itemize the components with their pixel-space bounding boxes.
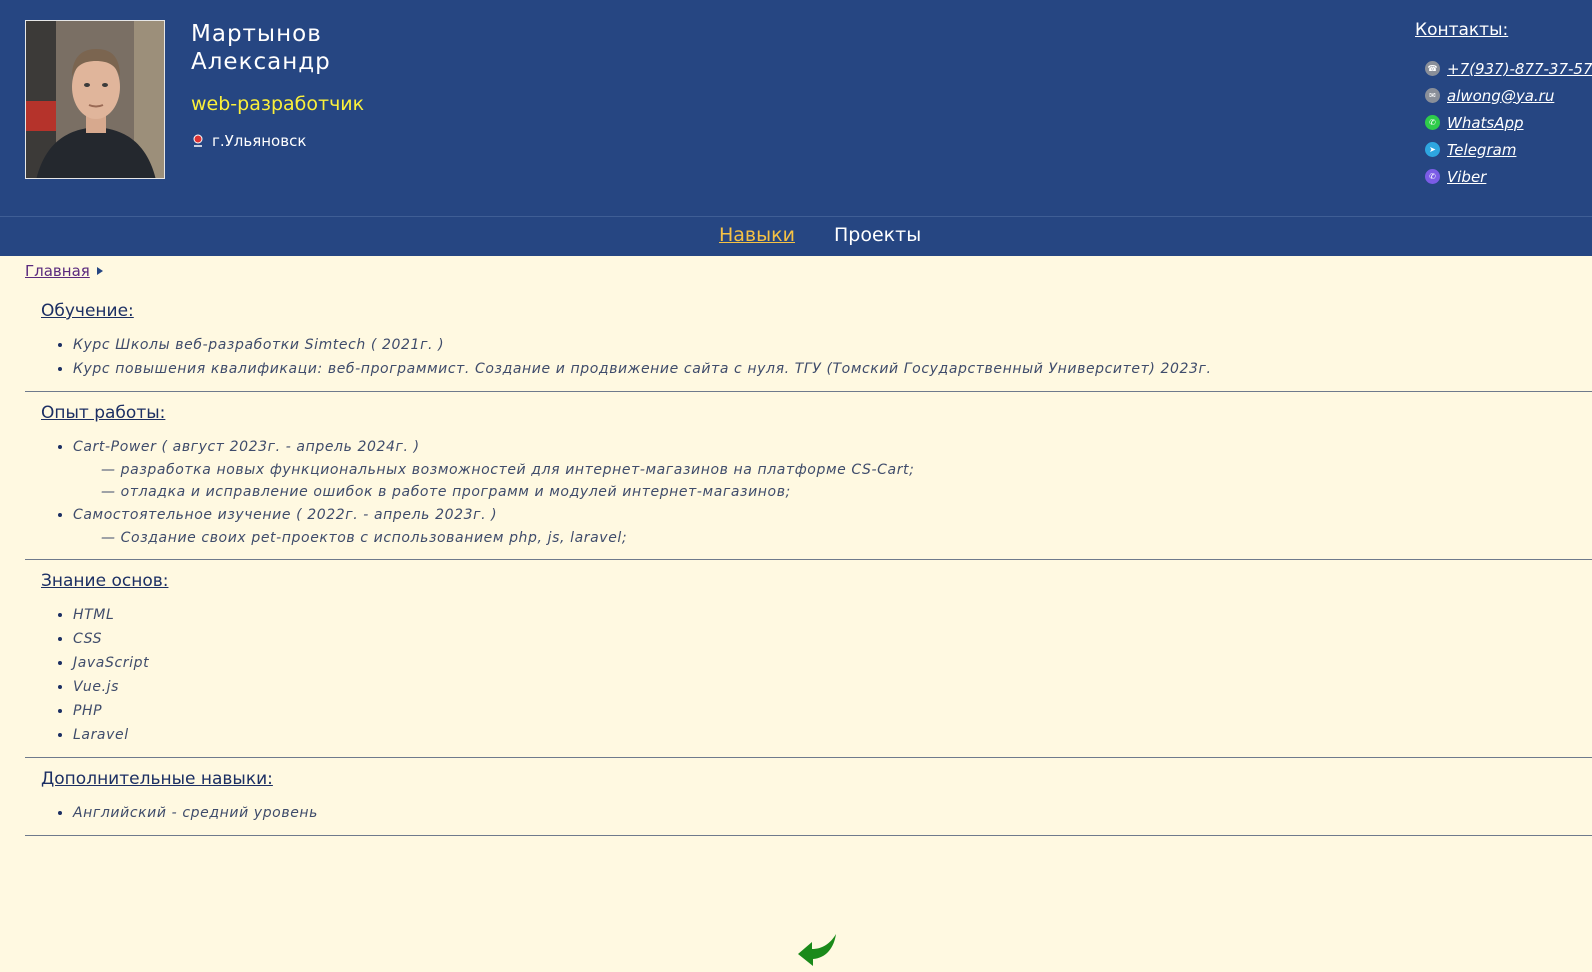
- breadcrumb: Главная: [25, 262, 103, 280]
- city-label: г.Ульяновск: [212, 132, 307, 150]
- list-item: Laravel: [73, 723, 1592, 747]
- person-name: Мартынов Александр: [191, 20, 331, 76]
- whatsapp-link[interactable]: WhatsApp: [1447, 114, 1524, 132]
- experience-list: Cart-Power ( август 2023г. - апрель 2024…: [41, 435, 1592, 549]
- profile-photo: [25, 20, 165, 179]
- breadcrumb-arrow-icon: [96, 267, 103, 275]
- location: г.Ульяновск: [192, 131, 306, 151]
- map-pin-icon: [193, 134, 203, 147]
- contacts-title: Контакты:: [1415, 20, 1509, 40]
- list-item: Vue.js: [73, 675, 1592, 699]
- list-item: Курс Школы веб-разработки Simtech ( 2021…: [73, 333, 1592, 357]
- extra-skills-list: Английский - средний уровень: [41, 801, 1592, 825]
- list-item: PHP: [73, 699, 1592, 723]
- list-item: Cart-Power ( август 2023г. - апрель 2024…: [73, 435, 1592, 503]
- section-title: Опыт работы:: [41, 403, 166, 423]
- nav-projects[interactable]: Проекты: [834, 224, 921, 246]
- list-item: JavaScript: [73, 651, 1592, 675]
- avatar: [26, 21, 164, 178]
- breadcrumb-home[interactable]: Главная: [25, 262, 90, 280]
- viber-icon: ✆: [1425, 169, 1440, 184]
- job-title: web-разработчик: [191, 93, 365, 115]
- job-duty: — Создание своих pet-проектов с использо…: [101, 530, 628, 546]
- job-title: Cart-Power ( август 2023г. - апрель 2024…: [73, 439, 420, 455]
- last-name: Мартынов: [191, 21, 322, 47]
- section-title: Дополнительные навыки:: [41, 769, 273, 789]
- contacts-list: ☎ +7(937)-877-37-57 ✉ alwong@ya.ru ✆ Wha…: [1425, 55, 1592, 190]
- list-item: Английский - средний уровень: [73, 801, 1592, 825]
- contact-telegram: ➤ Telegram: [1425, 136, 1592, 163]
- telegram-icon: ➤: [1425, 142, 1440, 157]
- main-content: Обучение: Курс Школы веб-разработки Simt…: [25, 290, 1592, 836]
- phone-link[interactable]: +7(937)-877-37-57: [1447, 60, 1592, 78]
- phone-icon: ☎: [1425, 61, 1440, 76]
- mail-icon: ✉: [1425, 88, 1440, 103]
- section-title: Обучение:: [41, 301, 134, 321]
- back-arrow-icon[interactable]: [796, 932, 840, 968]
- basics-list: HTML CSS JavaScript Vue.js PHP Laravel: [41, 603, 1592, 747]
- contact-whatsapp: ✆ WhatsApp: [1425, 109, 1592, 136]
- job-duty: — разработка новых функциональных возмож…: [101, 462, 915, 478]
- experience-section: Опыт работы: Cart-Power ( август 2023г. …: [25, 392, 1592, 560]
- basics-section: Знание основ: HTML CSS JavaScript Vue.js…: [25, 560, 1592, 758]
- viber-link[interactable]: Viber: [1447, 168, 1486, 186]
- nav-skills[interactable]: Навыки: [719, 224, 795, 246]
- header: Мартынов Александр web-разработчик г.Уль…: [0, 0, 1592, 216]
- first-name: Александр: [191, 49, 331, 75]
- job-duty: — отладка и исправление ошибок в работе …: [101, 484, 791, 500]
- contact-email: ✉ alwong@ya.ru: [1425, 82, 1592, 109]
- list-item: HTML: [73, 603, 1592, 627]
- list-item: Самостоятельное изучение ( 2022г. - апре…: [73, 503, 1592, 549]
- education-section: Обучение: Курс Школы веб-разработки Simt…: [25, 290, 1592, 392]
- extra-skills-section: Дополнительные навыки: Английский - сред…: [25, 758, 1592, 836]
- job-title: Самостоятельное изучение ( 2022г. - апре…: [73, 507, 498, 523]
- main-nav: Навыки Проекты: [0, 216, 1592, 256]
- telegram-link[interactable]: Telegram: [1447, 141, 1516, 159]
- list-item: Курс повышения квалификаци: веб-программ…: [73, 357, 1592, 381]
- section-title: Знание основ:: [41, 571, 169, 591]
- list-item: CSS: [73, 627, 1592, 651]
- education-list: Курс Школы веб-разработки Simtech ( 2021…: [41, 333, 1592, 381]
- email-link[interactable]: alwong@ya.ru: [1447, 87, 1554, 105]
- whatsapp-icon: ✆: [1425, 115, 1440, 130]
- contact-viber: ✆ Viber: [1425, 163, 1592, 190]
- contact-phone: ☎ +7(937)-877-37-57: [1425, 55, 1592, 82]
